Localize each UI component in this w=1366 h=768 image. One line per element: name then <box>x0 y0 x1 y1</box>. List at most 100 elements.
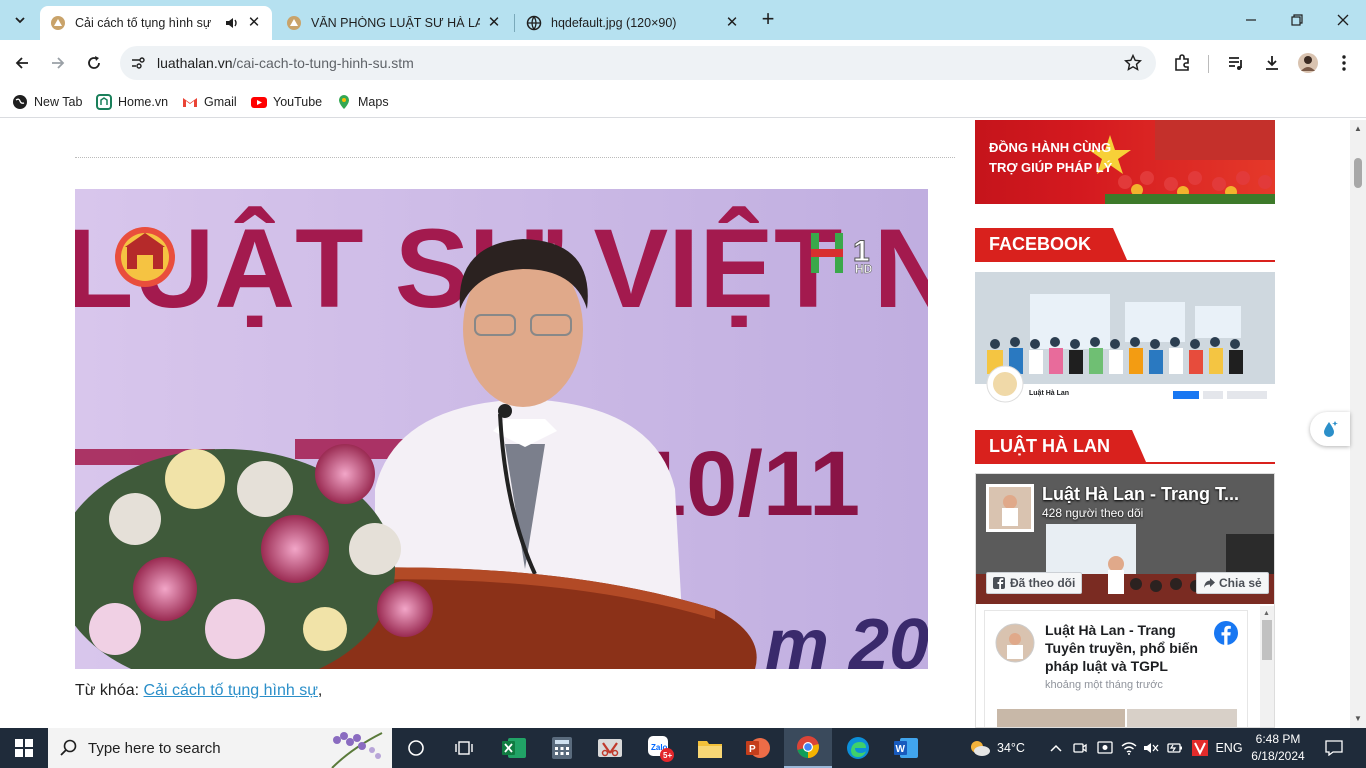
tray-network-usage[interactable] <box>1094 728 1116 768</box>
close-tab-icon[interactable]: ✕ <box>724 15 740 31</box>
battery-plug-icon <box>1167 743 1182 753</box>
notification-center-button[interactable] <box>1318 728 1350 768</box>
fb-share-label: Chia sẻ <box>1219 576 1262 590</box>
tab-title: hqdefault.jpg (120×90) <box>551 16 677 30</box>
bookmark-home-vn[interactable]: Home.vn <box>96 92 168 112</box>
bookmark-new-tab[interactable]: New Tab <box>12 92 82 112</box>
fb-page-name[interactable]: Luật Hà Lan - Trang T... <box>1042 484 1242 505</box>
taskbar-edge[interactable] <box>834 728 882 768</box>
reload-button[interactable] <box>80 49 108 77</box>
word-icon: W <box>894 738 918 758</box>
bookmark-gmail[interactable]: Gmail <box>182 92 237 112</box>
legal-aid-banner[interactable]: ĐỒNG HÀNH CÙNG TRỢ GIÚP PHÁP LÝ <box>975 120 1275 204</box>
tray-overflow-button[interactable] <box>1046 728 1066 768</box>
tab-search-button[interactable] <box>6 6 34 34</box>
video-player[interactable]: LUẬT SƯ VIỆT NAM 10/ 10/11 m 202 1 HD <box>75 189 928 669</box>
wifi-icon <box>1121 742 1137 755</box>
fb-post-card[interactable]: Luật Hà Lan - Trang Tuyên truyền, phổ bi… <box>984 610 1248 727</box>
taskbar-calculator[interactable] <box>538 728 586 768</box>
tab-van-phong[interactable]: VĂN PHÒNG LUẬT SƯ HÀ LAN ✕ <box>276 6 512 40</box>
keywords-label: Từ khóa: <box>75 682 140 699</box>
weather-widget[interactable]: 34°C <box>962 728 1032 768</box>
facebook-page-widget[interactable]: Luật Hà Lan - Trang T... 428 người theo … <box>975 473 1275 728</box>
close-window-button[interactable] <box>1320 0 1366 40</box>
taskbar-search-box[interactable]: Type here to search <box>48 728 392 768</box>
taskbar-chrome[interactable] <box>784 728 832 768</box>
scroll-up-arrow-icon[interactable]: ▲ <box>1263 610 1270 617</box>
taskbar-zalo[interactable]: Zalo 5+ <box>636 728 684 768</box>
tab-cai-cach[interactable]: Cải cách tố tụng hình sự ✕ <box>40 6 272 40</box>
close-tab-icon[interactable]: ✕ <box>486 15 502 31</box>
menu-button[interactable] <box>1330 49 1358 77</box>
scroll-down-arrow-icon[interactable]: ▼ <box>1353 714 1363 724</box>
close-tab-icon[interactable]: ✕ <box>246 15 262 31</box>
tab-hqdefault[interactable]: hqdefault.jpg (120×90) ✕ <box>516 6 750 40</box>
keyword-link[interactable]: Cải cách tố tụng hình sự <box>144 682 318 699</box>
tab-title: Cải cách tố tụng hình sự <box>75 16 212 30</box>
powerpoint-icon: P <box>746 738 770 758</box>
reload-icon <box>88 56 100 69</box>
tab-title: VĂN PHÒNG LUẬT SƯ HÀ LAN <box>311 16 480 30</box>
fb-post-title[interactable]: Luật Hà Lan - Trang Tuyên truyền, phổ bi… <box>1045 621 1215 675</box>
arrow-left-icon <box>15 57 28 69</box>
fb-cover-photo: Luật Hà Lan - Trang T... 428 người theo … <box>976 474 1274 604</box>
forward-button[interactable] <box>44 49 72 77</box>
windows-logo-icon <box>15 739 33 757</box>
keyword-separator: , <box>317 682 323 699</box>
fb-followers-count: 428 người theo dõi <box>1042 506 1144 520</box>
fb-post-image[interactable] <box>997 709 1125 727</box>
tray-language[interactable]: ENG <box>1212 728 1246 768</box>
puzzle-icon <box>1175 54 1189 71</box>
more-vert-icon <box>1342 55 1346 71</box>
site-settings-icon[interactable] <box>130 55 146 71</box>
fb-followed-button[interactable]: Đã theo dõi <box>986 572 1083 594</box>
tray-volume[interactable] <box>1140 728 1162 768</box>
fb-scroll-thumb[interactable] <box>1262 620 1272 660</box>
url-domain: luathalan.vn <box>157 55 233 71</box>
scroll-thumb[interactable] <box>1354 158 1362 188</box>
new-tab-plus-icon[interactable]: + <box>756 8 780 32</box>
site-favicon-icon <box>51 16 65 30</box>
camera-icon <box>1073 743 1087 753</box>
fb-post-time: khoảng một tháng trước <box>1045 679 1163 691</box>
url-path: /cai-cach-to-tung-hinh-su.stm <box>232 55 414 71</box>
facebook-logo-icon <box>1214 621 1238 645</box>
edge-icon <box>847 737 869 759</box>
playlist-icon <box>1229 57 1242 70</box>
task-view-button[interactable] <box>392 728 440 768</box>
bookmark-youtube[interactable]: YouTube <box>251 92 322 112</box>
tray-wifi[interactable] <box>1118 728 1140 768</box>
widgets-button[interactable] <box>440 728 488 768</box>
fb-share-button[interactable]: Chia sẻ <box>1196 572 1269 594</box>
profile-button[interactable] <box>1294 49 1322 77</box>
media-control-button[interactable] <box>1222 49 1250 77</box>
restore-button[interactable] <box>1274 0 1320 40</box>
taskbar-powerpoint[interactable]: P <box>734 728 782 768</box>
minimize-button[interactable] <box>1228 0 1274 40</box>
floating-widget-button[interactable] <box>1310 412 1350 446</box>
extensions-button[interactable] <box>1168 49 1196 77</box>
minimize-icon <box>1246 19 1256 21</box>
tray-power[interactable] <box>1164 728 1186 768</box>
downloads-button[interactable] <box>1258 49 1286 77</box>
back-button[interactable] <box>8 49 36 77</box>
fb-post-image[interactable] <box>1127 709 1237 727</box>
start-button[interactable] <box>0 728 48 768</box>
scroll-up-arrow-icon[interactable]: ▲ <box>1353 124 1363 134</box>
tray-meet-now[interactable] <box>1070 728 1090 768</box>
taskbar-clock[interactable]: 6:48 PM 6/18/2024 <box>1248 731 1308 765</box>
fb-widget-scrollbar[interactable]: ▲ <box>1260 606 1274 727</box>
bookmark-maps[interactable]: Maps <box>336 92 389 112</box>
taskbar-file-explorer[interactable] <box>686 728 734 768</box>
tray-vietnamese-ime[interactable] <box>1188 728 1212 768</box>
address-bar[interactable]: luathalan.vn/cai-cach-to-tung-hinh-su.st… <box>120 46 1156 80</box>
bookmark-star-icon[interactable] <box>1124 54 1142 72</box>
page-scrollbar[interactable]: ▲ ▼ <box>1350 120 1366 728</box>
taskbar-word[interactable]: W <box>882 728 930 768</box>
taskbar-excel[interactable] <box>490 728 538 768</box>
section-title: LUẬT HÀ LAN <box>975 430 1146 462</box>
bookmark-label: New Tab <box>34 95 83 109</box>
speaker-icon[interactable] <box>224 15 240 31</box>
taskbar-snipping-tool[interactable] <box>586 728 634 768</box>
facebook-group-photo[interactable]: Luật Hà Lan <box>975 272 1275 404</box>
